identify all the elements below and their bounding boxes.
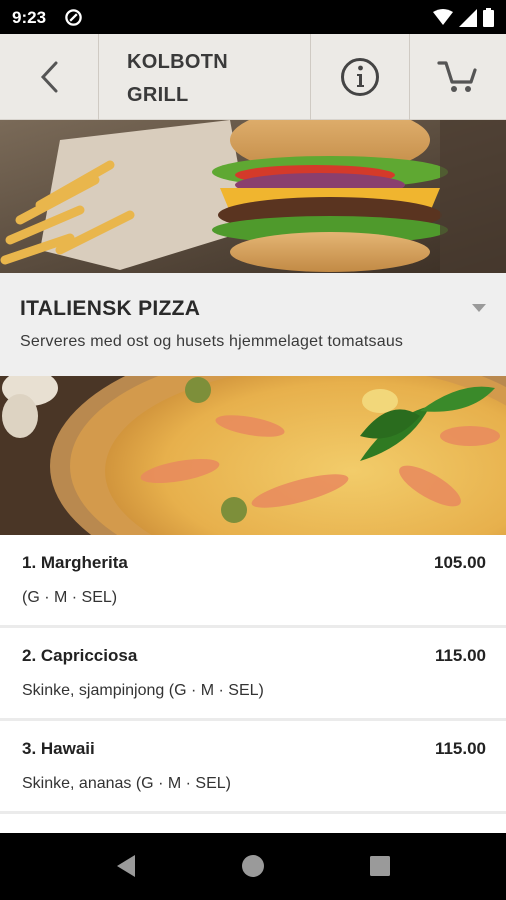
item-description: Skinke, ananas (G · M · SEL)	[22, 775, 231, 792]
status-icons	[433, 8, 494, 27]
restaurant-title: KOLBOTN GRILL	[127, 51, 228, 106]
chevron-left-icon	[40, 61, 58, 93]
pizza-banner-image	[0, 376, 506, 535]
item-price: 105.00	[434, 553, 486, 572]
caret-down-icon[interactable]	[472, 304, 486, 313]
back-button[interactable]	[0, 34, 99, 120]
menu-item[interactable]: 1. Margherita 105.00 (G · M · SEL)	[0, 535, 506, 628]
restaurant-title-cell: KOLBOTN GRILL	[99, 34, 311, 120]
menu-item[interactable]: 2. Capricciosa 115.00 Skinke, sjampinjon…	[0, 628, 506, 721]
nav-home-button[interactable]	[240, 853, 266, 879]
category-description: Serveres med ost og husets hjemmelaget t…	[20, 333, 404, 350]
item-name: 2. Capricciosa	[22, 646, 138, 665]
nav-back-icon	[117, 855, 135, 877]
menu-item[interactable]: 3. Hawaii 115.00 Skinke, ananas (G · M ·…	[0, 721, 506, 814]
item-price: 115.00	[434, 739, 486, 758]
nav-home-icon	[242, 855, 264, 877]
cellular-signal-icon	[459, 8, 477, 27]
status-time: 9:23	[12, 8, 47, 27]
nav-back-button[interactable]	[113, 853, 139, 879]
item-name: 3. Hawaii	[22, 739, 95, 758]
system-nav-bar	[0, 833, 506, 900]
category-title: ITALIENSK PIZZA	[20, 297, 201, 320]
category-header[interactable]: ITALIENSK PIZZA Serveres med ost og huse…	[0, 273, 506, 376]
item-description: Skinke, sjampinjong (G · M · SEL)	[22, 682, 264, 699]
wifi-icon	[433, 9, 453, 25]
data-saver-icon	[65, 9, 82, 26]
item-name: 1. Margherita	[22, 553, 128, 572]
menu-list: 1. Margherita 105.00 (G · M · SEL) 2. Ca…	[0, 535, 506, 814]
nav-recents-icon	[370, 856, 390, 876]
app-header: KOLBOTN GRILL	[0, 34, 506, 120]
item-price: 115.00	[434, 646, 486, 665]
info-icon	[341, 58, 379, 96]
item-description: (G · M · SEL)	[22, 589, 118, 606]
burger-banner-image	[0, 120, 506, 273]
battery-icon	[483, 8, 494, 27]
nav-recents-button[interactable]	[367, 853, 393, 879]
cart-icon	[437, 61, 477, 92]
cart-button[interactable]	[410, 34, 506, 120]
status-bar: 9:23	[0, 0, 506, 34]
info-button[interactable]	[311, 34, 410, 120]
